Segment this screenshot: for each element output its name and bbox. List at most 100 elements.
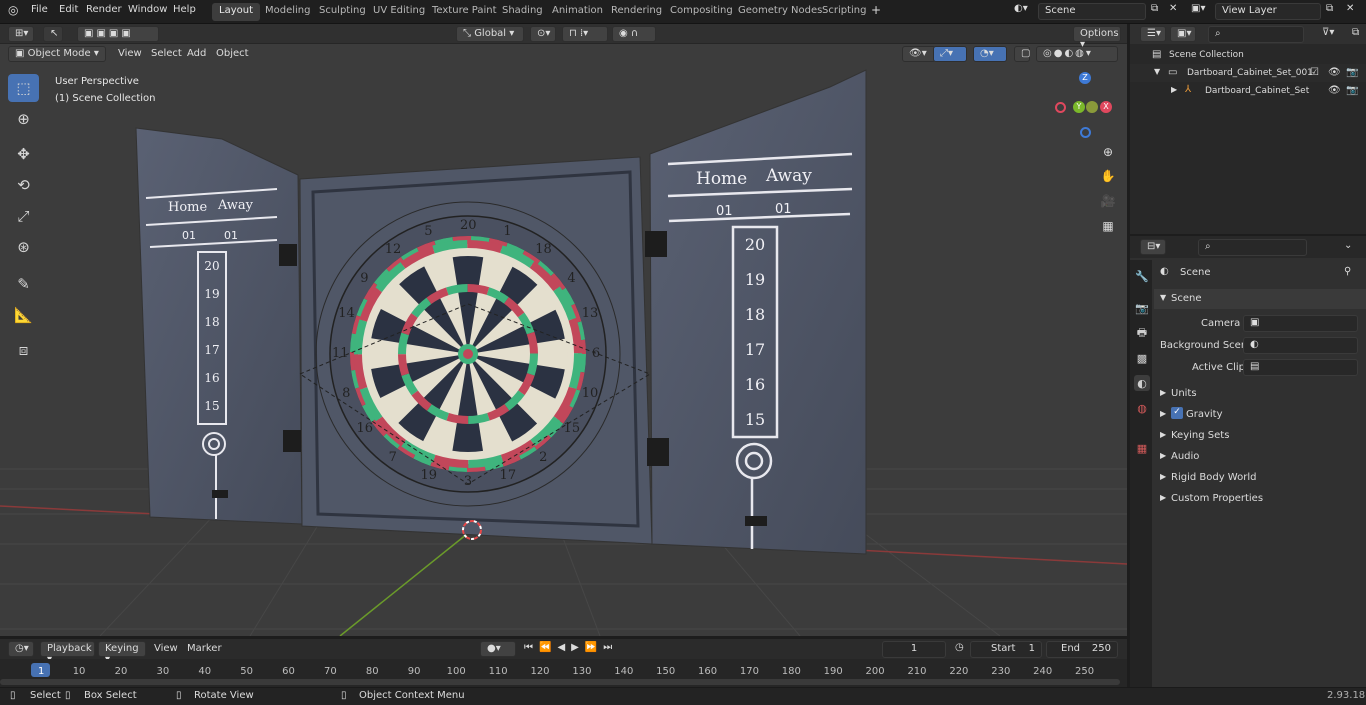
outliner-row-object[interactable]: ▶ ⅄ Dartboard_Cabinet_Set 👁 📷 — [1130, 82, 1366, 100]
tab-uv-editing[interactable]: UV Editing — [366, 3, 432, 21]
select-tool-icon[interactable]: ↖ — [43, 26, 63, 42]
proportional-editing-icon[interactable]: ◉ ∩ — [612, 26, 656, 42]
gizmo-x[interactable]: X — [1100, 101, 1112, 113]
playback-controls-icons[interactable]: ⏮⏪◀▶⏩⏭ — [524, 642, 618, 653]
delete-scene-icon[interactable]: ✕ — [1169, 3, 1177, 14]
start-frame-field[interactable]: Start 1 — [970, 641, 1042, 658]
object-visibility-eye-icon[interactable]: 👁 — [1328, 85, 1341, 96]
new-view-layer-icon[interactable]: ⧉ — [1326, 3, 1333, 14]
selection-mode-icons[interactable]: ▣▣▣▣ — [77, 26, 159, 42]
units-panel[interactable]: ▶ Units — [1154, 385, 1366, 403]
xray-toggle-icon[interactable]: ▢ — [1014, 46, 1030, 62]
audio-panel[interactable]: ▶ Audio — [1154, 448, 1366, 466]
record-icon[interactable]: ●▾ — [480, 641, 516, 657]
tab-texture-paint[interactable]: Texture Paint — [425, 3, 504, 21]
world-properties-icon[interactable]: ◍ — [1134, 400, 1150, 416]
gravity-panel[interactable]: ▶ ✓ Gravity — [1154, 406, 1366, 424]
grid-ortho-icon[interactable]: ▦ — [1097, 215, 1119, 237]
custom-properties-panel[interactable]: ▶ Custom Properties — [1154, 490, 1366, 508]
outliner-row-collection[interactable]: ▼ ▭ Dartboard_Cabinet_Set_001 ☑ 👁 📷 — [1130, 64, 1366, 82]
output-properties-icon[interactable]: 🖶 — [1134, 325, 1150, 341]
snapping-icon[interactable]: ⊓ ⁞▾ — [562, 26, 608, 42]
viewport-menu-add[interactable]: Add — [187, 48, 206, 59]
menu-render[interactable]: Render — [86, 4, 122, 15]
viewport-menu-object[interactable]: Object — [216, 48, 249, 59]
tab-layout[interactable]: Layout — [212, 3, 260, 21]
gizmo-toggle-icon[interactable]: ⤢▾ — [933, 46, 967, 62]
object-mode-dropdown[interactable]: ▣ Object Mode ▾ — [8, 46, 106, 62]
gizmo-z[interactable]: Z — [1079, 72, 1091, 84]
add-cube-tool-icon[interactable]: ⧈ — [8, 336, 39, 364]
scene-properties-icon[interactable]: ◐ — [1134, 375, 1150, 391]
pan-hand-icon[interactable]: ✋ — [1097, 165, 1119, 187]
camera-view-icon[interactable]: 🎥 — [1097, 190, 1119, 212]
transform-tool-icon[interactable]: ⊛ — [8, 233, 39, 261]
end-frame-field[interactable]: End 250 — [1046, 641, 1118, 658]
rigid-body-world-panel[interactable]: ▶ Rigid Body World — [1154, 469, 1366, 487]
scene-name-field[interactable]: Scene — [1038, 3, 1146, 20]
gizmo-y-neg[interactable] — [1086, 101, 1098, 113]
cursor-tool-icon[interactable]: ⊕ — [8, 105, 39, 133]
tab-rendering[interactable]: Rendering — [604, 3, 669, 21]
exclude-checkbox-icon[interactable]: ☑ — [1310, 67, 1319, 78]
pin-icon[interactable]: ⚲ — [1344, 266, 1351, 277]
collapse-arrow-icon[interactable]: ▼ — [1154, 67, 1160, 76]
new-collection-icon[interactable]: ⧉ — [1352, 27, 1359, 38]
zoom-icon[interactable]: ⊕ — [1097, 141, 1119, 163]
tab-compositing[interactable]: Compositing — [663, 3, 740, 21]
view-layer-field[interactable]: View Layer — [1215, 3, 1321, 20]
navigation-gizmo[interactable]: Z X Y — [1050, 72, 1120, 142]
outliner-editor-icon[interactable]: ☰▾ — [1140, 26, 1166, 42]
visibility-icon[interactable]: 👁▾ — [902, 46, 936, 62]
tab-scripting[interactable]: Scripting — [815, 3, 873, 21]
tab-modeling[interactable]: Modeling — [258, 3, 318, 21]
render-properties-icon[interactable]: 📷 — [1134, 300, 1150, 316]
3d-viewport[interactable]: Home Away 01 01 20 19 18 17 16 15 Home A… — [0, 44, 1127, 636]
timeline-editor-icon[interactable]: ◷▾ — [8, 641, 34, 657]
transform-orientation-dropdown[interactable]: ⤡ Global ▾ — [456, 26, 524, 42]
keying-menu[interactable]: Keying ▾ — [98, 641, 146, 665]
playback-menu[interactable]: Playback ▾ — [40, 641, 95, 665]
background-scene-field[interactable]: ◐ — [1243, 337, 1358, 354]
measure-tool-icon[interactable]: 📐 — [8, 301, 39, 329]
view-layer-icon[interactable]: ▣▾ — [1191, 3, 1205, 14]
gizmo-x-neg[interactable] — [1055, 102, 1066, 113]
menu-window[interactable]: Window — [128, 4, 167, 15]
gizmo-z-neg[interactable] — [1080, 127, 1091, 138]
scene-selector-icon[interactable]: ◐▾ — [1014, 3, 1028, 14]
texture-properties-icon[interactable]: ▦ — [1134, 440, 1150, 456]
timeline-view-menu[interactable]: View — [154, 643, 178, 654]
menu-edit[interactable]: Edit — [59, 4, 78, 15]
gravity-checkbox[interactable]: ✓ — [1171, 407, 1183, 419]
active-clip-field[interactable]: ▤ — [1243, 359, 1358, 376]
properties-search-icon[interactable]: ⌕ — [1198, 239, 1307, 256]
delete-view-layer-icon[interactable]: ✕ — [1346, 3, 1354, 14]
tab-sculpting[interactable]: Sculpting — [312, 3, 373, 21]
rotate-tool-icon[interactable]: ⟲ — [8, 171, 39, 199]
properties-options-icon[interactable]: ⌄ — [1344, 240, 1352, 251]
tab-animation[interactable]: Animation — [545, 3, 610, 21]
keying-sets-panel[interactable]: ▶ Keying Sets — [1154, 427, 1366, 445]
filter-icon[interactable]: ⊽▾ — [1322, 27, 1334, 38]
expand-arrow-icon[interactable]: ▶ — [1171, 85, 1177, 94]
tab-shading[interactable]: Shading — [495, 3, 550, 21]
menu-help[interactable]: Help — [173, 4, 196, 15]
viewport-menu-select[interactable]: Select — [151, 48, 182, 59]
view-layer-properties-icon[interactable]: ▩ — [1134, 350, 1150, 366]
add-workspace-icon[interactable]: + — [871, 3, 881, 17]
editor-type-icon[interactable]: ⊞▾ — [8, 26, 34, 42]
timeline-marker-menu[interactable]: Marker — [187, 643, 222, 654]
new-scene-icon[interactable]: ⧉ — [1151, 3, 1158, 14]
render-camera-icon[interactable]: 📷 — [1346, 67, 1358, 78]
object-render-camera-icon[interactable]: 📷 — [1346, 85, 1358, 96]
annotate-tool-icon[interactable]: ✎ — [8, 270, 39, 298]
viewport-menu-view[interactable]: View — [118, 48, 142, 59]
current-frame-field[interactable]: 1 — [882, 641, 946, 658]
clock-icon[interactable]: ◷ — [955, 642, 964, 653]
tool-settings-icon[interactable]: 🔧 — [1134, 268, 1150, 284]
properties-editor-icon[interactable]: ⊟▾ — [1140, 239, 1166, 255]
move-tool-icon[interactable]: ✥ — [8, 140, 39, 168]
overlay-toggle-icon[interactable]: ◔▾ — [973, 46, 1007, 62]
gizmo-y[interactable]: Y — [1073, 101, 1085, 113]
camera-field[interactable]: ▣ — [1243, 315, 1358, 332]
